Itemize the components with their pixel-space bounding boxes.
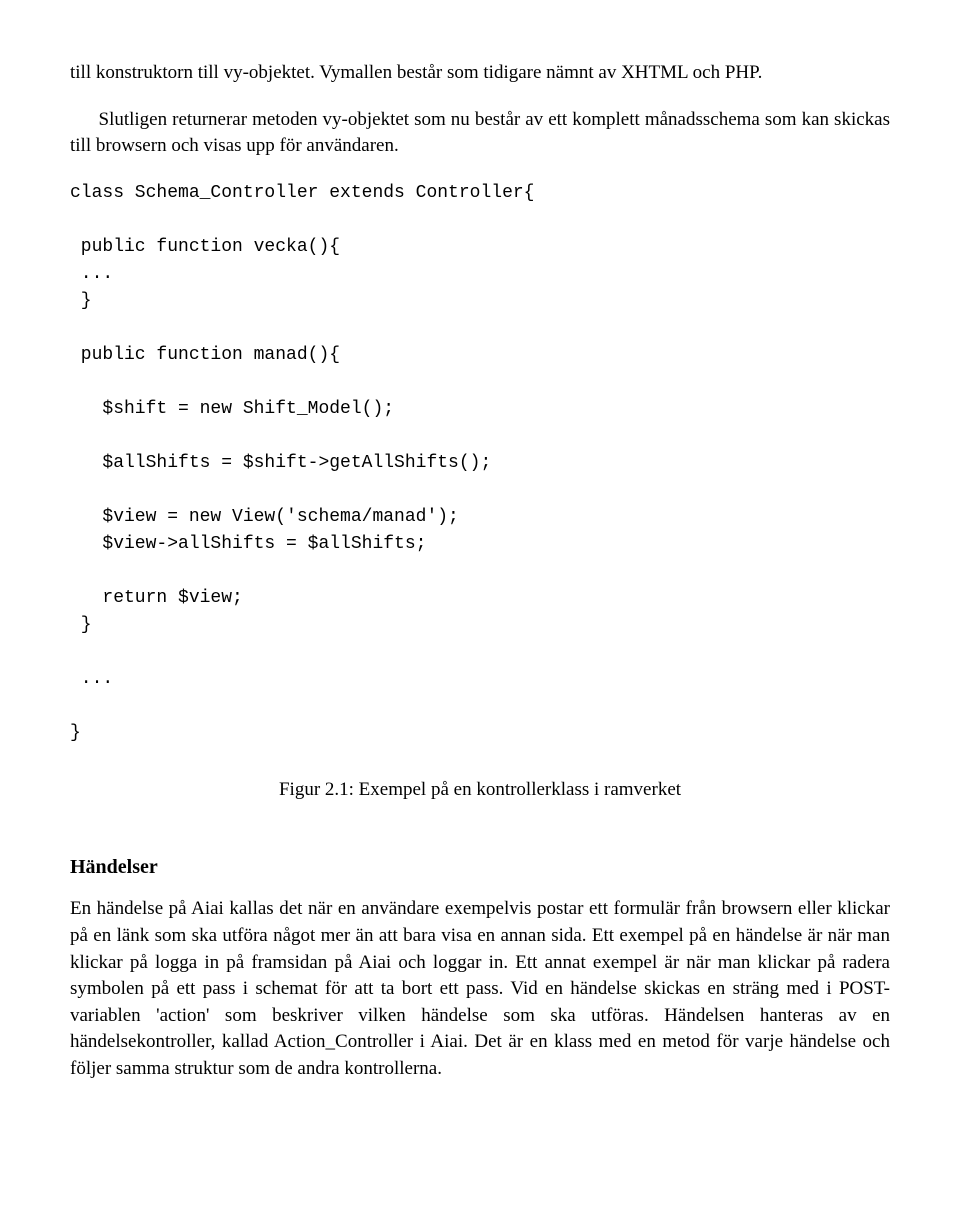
intro-paragraph-2: Slutligen returnerar metoden vy-objektet… (70, 107, 890, 160)
section-heading-handelser: Händelser (70, 853, 890, 881)
code-listing: class Schema_Controller extends Controll… (70, 180, 890, 747)
intro-paragraph-1: till konstruktorn till vy-objektet. Vyma… (70, 60, 890, 87)
figure-caption: Figur 2.1: Exempel på en kontrollerklass… (70, 777, 890, 804)
handelser-paragraph: En händelse på Aiai kallas det när en an… (70, 896, 890, 1082)
